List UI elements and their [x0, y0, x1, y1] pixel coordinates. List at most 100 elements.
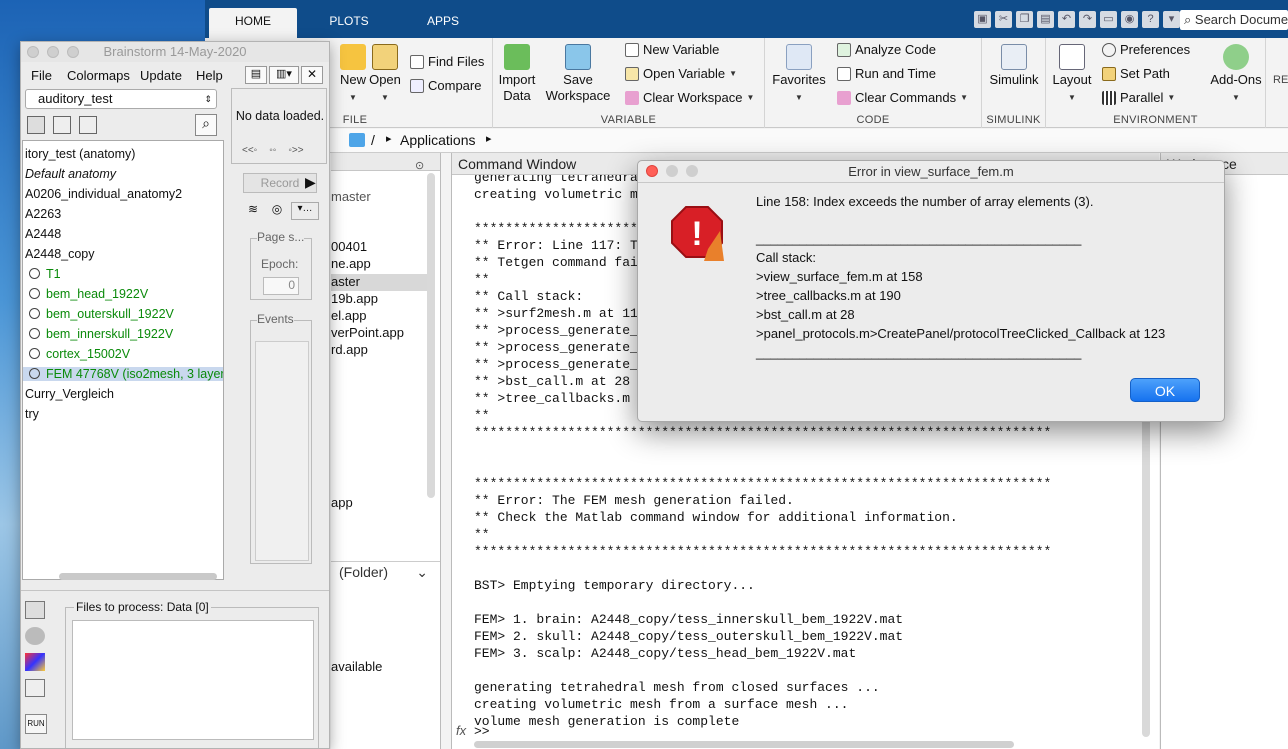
close-figures-icon[interactable]: ✕ — [301, 66, 323, 84]
minimize-window-button[interactable] — [47, 46, 59, 58]
tab-home[interactable]: HOME — [209, 8, 297, 38]
layout-button[interactable]: Layout ▼ — [1048, 44, 1096, 106]
tree-node[interactable]: cortex_15002V — [25, 347, 130, 361]
anatomy-view-icon[interactable] — [27, 116, 45, 134]
redo-icon[interactable]: ↷ — [1079, 11, 1096, 28]
next-epoch-button[interactable]: ◦>> — [288, 145, 303, 156]
tree-node[interactable]: T1 — [25, 267, 61, 281]
tree-node[interactable]: itory_test (anatomy) — [25, 147, 135, 161]
copy-icon[interactable]: ❐ — [1016, 11, 1033, 28]
play-icon[interactable]: ▶ — [305, 174, 316, 191]
menu-colormaps[interactable]: Colormaps — [67, 68, 130, 83]
import-data-button[interactable]: Import Data — [497, 44, 537, 104]
save-icon[interactable]: ▣ — [974, 11, 991, 28]
epoch-input[interactable]: 0 — [263, 277, 299, 295]
process-data-icon[interactable] — [25, 601, 45, 619]
more-options-icon[interactable]: ▾… — [291, 202, 319, 220]
tree-hscrollbar[interactable] — [59, 573, 217, 580]
functional-conditions-icon[interactable] — [79, 116, 97, 134]
folder-list-item[interactable]: app — [331, 495, 427, 512]
tree-node[interactable]: Curry_Vergleich — [25, 387, 114, 401]
window-layout-icon[interactable]: ▥▾ — [269, 66, 299, 84]
clear-commands-button[interactable]: Clear Commands ▼ — [837, 90, 968, 105]
tree-node[interactable]: try — [25, 407, 39, 421]
command-hscrollbar[interactable] — [474, 741, 1014, 748]
view-list-icon[interactable]: ▤ — [245, 66, 267, 84]
tree-node[interactable]: A0206_individual_anatomy2 — [25, 187, 182, 201]
folder-list-item[interactable]: 00401 — [331, 239, 427, 256]
save-workspace-button[interactable]: Save Workspace — [545, 44, 611, 104]
help-icon[interactable]: ? — [1142, 11, 1159, 28]
functional-subjects-icon[interactable] — [53, 116, 71, 134]
tree-node[interactable]: A2263 — [25, 207, 61, 221]
tree-node[interactable]: FEM 47768V (iso2mesh, 3 layers) — [23, 367, 223, 381]
panel-menu-icon[interactable]: ⊙ — [415, 155, 424, 177]
folder-list-item[interactable]: aster — [331, 274, 427, 291]
menu-update[interactable]: Update — [140, 68, 182, 83]
run-and-time-button[interactable]: Run and Time — [837, 66, 936, 81]
dialog-minimize-button[interactable] — [666, 165, 678, 177]
folder-list-item[interactable]: rd.app — [331, 342, 427, 359]
tree-node[interactable]: Default anatomy — [25, 167, 116, 181]
folder-list-item[interactable]: ne.app — [331, 256, 427, 273]
switch-windows-icon[interactable]: ▭ — [1100, 11, 1117, 28]
community-icon[interactable]: ◉ — [1121, 11, 1138, 28]
folder-list-item[interactable]: verPoint.app — [331, 325, 427, 342]
parallel-button[interactable]: Parallel ▼ — [1102, 90, 1175, 105]
address-root[interactable]: / — [371, 132, 375, 148]
search-documentation-input[interactable]: ⌕ Search Documentation — [1180, 10, 1288, 30]
display-mode-icon[interactable]: ≋ — [243, 202, 263, 220]
settings-icon[interactable]: ◎ — [267, 202, 287, 220]
folder-scrollbar[interactable] — [427, 173, 435, 498]
close-window-button[interactable] — [27, 46, 39, 58]
set-path-button[interactable]: Set Path — [1102, 66, 1170, 81]
command-prompt[interactable]: >> — [474, 723, 490, 740]
simulink-button[interactable]: Simulink — [986, 44, 1042, 88]
files-to-process-group: Files to process: Data [0] — [65, 600, 319, 748]
add-ons-button[interactable]: Add-Ons ▼ — [1208, 44, 1264, 106]
tree-node-label: A2448_copy — [25, 247, 95, 261]
paste-icon[interactable]: ▤ — [1037, 11, 1054, 28]
files-to-process-list[interactable] — [72, 620, 314, 740]
ok-button[interactable]: OK — [1130, 378, 1200, 402]
cut-icon[interactable]: ✂ — [995, 11, 1012, 28]
tab-apps[interactable]: APPS — [410, 8, 476, 38]
open-button[interactable]: Open ▼ — [365, 44, 405, 106]
find-files-button[interactable]: Find Files — [410, 54, 484, 69]
play-button[interactable]: ◦◦ — [269, 145, 276, 156]
folder-list-item[interactable]: 19b.app — [331, 291, 427, 308]
dialog-close-button[interactable] — [646, 165, 658, 177]
folder-list-item[interactable]: master — [331, 189, 427, 206]
folder-details-toggle[interactable]: (Folder) ⌄ — [331, 561, 440, 581]
menu-file[interactable]: File — [31, 68, 52, 83]
new-variable-button[interactable]: New Variable — [625, 42, 719, 57]
clear-workspace-button[interactable]: Clear Workspace ▼ — [625, 90, 754, 105]
address-path-segment[interactable]: Applications — [400, 132, 476, 148]
compare-button[interactable]: Compare — [410, 78, 481, 93]
zoom-window-button[interactable] — [67, 46, 79, 58]
protocol-select[interactable]: auditory_test ⇕ — [25, 89, 217, 109]
open-variable-button[interactable]: Open Variable ▼ — [625, 66, 737, 81]
run-button[interactable]: RUN — [25, 714, 47, 734]
tree-node[interactable]: bem_outerskull_1922V — [25, 307, 174, 321]
preferences-button[interactable]: Preferences — [1102, 42, 1190, 57]
folder-list-item[interactable]: el.app — [331, 308, 427, 325]
options-icon[interactable]: ▾ — [1163, 11, 1180, 28]
tree-node[interactable]: bem_innerskull_1922V — [25, 327, 173, 341]
analyze-code-button[interactable]: Analyze Code — [837, 42, 936, 57]
search-icon[interactable]: ⌕ — [195, 114, 217, 136]
dialog-zoom-button[interactable] — [686, 165, 698, 177]
process-sources-icon[interactable] — [25, 627, 45, 645]
prev-epoch-button[interactable]: <<◦ — [242, 145, 257, 156]
fx-icon[interactable]: fx — [456, 723, 466, 738]
undo-icon[interactable]: ↶ — [1058, 11, 1075, 28]
process-timefreq-icon[interactable] — [25, 653, 45, 671]
tree-node[interactable]: A2448_copy — [25, 247, 95, 261]
tree-node[interactable]: bem_head_1922V — [25, 287, 148, 301]
tab-plots[interactable]: PLOTS — [315, 8, 383, 38]
events-list[interactable] — [255, 341, 309, 561]
process-matrix-icon[interactable] — [25, 679, 45, 697]
menu-help[interactable]: Help — [196, 68, 223, 83]
favorites-button[interactable]: Favorites ▼ — [771, 44, 827, 106]
tree-node[interactable]: A2448 — [25, 227, 61, 241]
